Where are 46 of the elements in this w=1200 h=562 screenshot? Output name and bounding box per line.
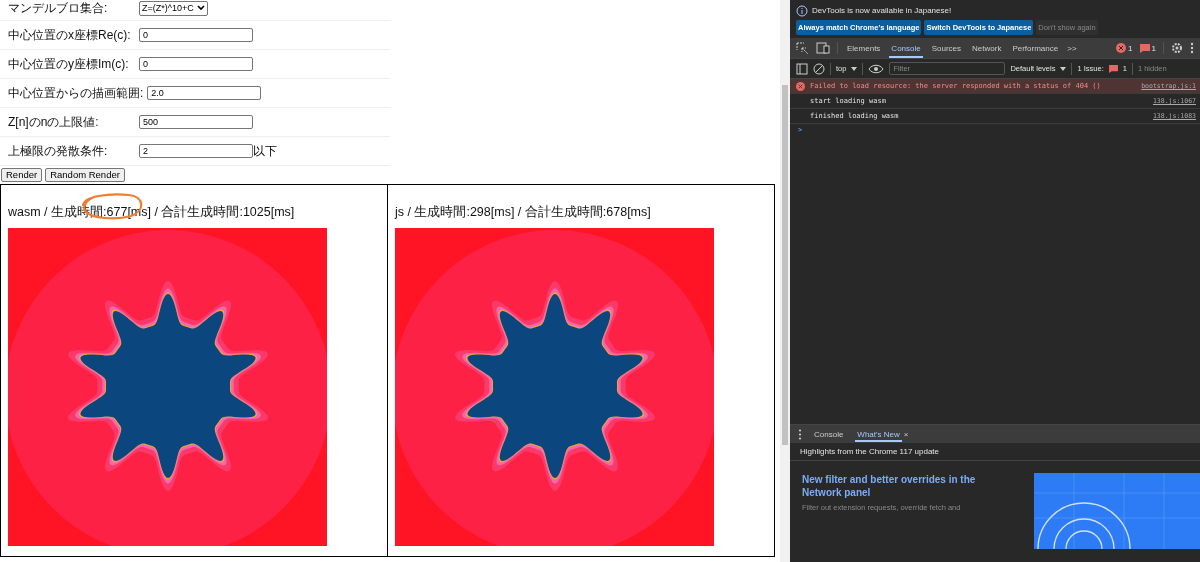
drawer-tab[interactable]: Console bbox=[812, 426, 846, 442]
unit-label: 以下 bbox=[253, 142, 277, 160]
devtools-tab[interactable]: Console bbox=[889, 38, 923, 58]
settings-icon[interactable] bbox=[1171, 42, 1183, 54]
caret-icon bbox=[851, 66, 858, 71]
field-label: Z[n]のnの上限値: bbox=[8, 113, 100, 131]
field-label: 中心位置のx座標Re(c): bbox=[8, 26, 132, 44]
timing-caption: js / 生成時間:298[ms] / 合計生成時間:678[ms] bbox=[395, 205, 651, 219]
input-field[interactable]: 500 bbox=[139, 115, 253, 129]
formula-dropdown[interactable]: Z=(Z*)^10+C bbox=[139, 0, 208, 16]
sidebar-icon[interactable] bbox=[796, 62, 808, 75]
field-label: マンデルブロ集合: bbox=[8, 0, 109, 17]
input-field[interactable]: 2.0 bbox=[147, 86, 262, 100]
input-field[interactable]: 0 bbox=[139, 28, 253, 42]
caret-icon bbox=[1060, 66, 1067, 71]
error-count: 1 bbox=[1128, 43, 1133, 53]
devtools-tab[interactable]: Elements bbox=[845, 38, 883, 58]
drawer-tab[interactable]: What's New bbox=[855, 426, 902, 442]
inspect-icon[interactable] bbox=[796, 41, 809, 55]
notice-text: DevTools is now available in Japanese! bbox=[812, 6, 952, 15]
scrollbar[interactable] bbox=[780, 0, 790, 562]
info-icon bbox=[796, 4, 808, 17]
field-label: 中心位置からの描画範囲: bbox=[8, 84, 145, 102]
message-icon bbox=[1108, 64, 1118, 73]
input-field[interactable]: 2 bbox=[139, 144, 253, 158]
message-icon bbox=[1139, 43, 1150, 53]
kebab-menu-icon[interactable] bbox=[1190, 42, 1194, 54]
devtools-tab[interactable]: Performance bbox=[1010, 38, 1061, 58]
issue-count: 1 bbox=[1151, 43, 1156, 53]
error-icon bbox=[1116, 43, 1127, 53]
device-icon[interactable] bbox=[816, 42, 830, 54]
whats-new-subtitle: Highlights from the Chrome 117 update bbox=[790, 443, 1200, 461]
field-label: 上極限の発散条件: bbox=[8, 142, 109, 160]
devtools-tab[interactable]: Network bbox=[970, 38, 1004, 58]
input-field[interactable]: 0 bbox=[139, 57, 253, 71]
clear-icon[interactable] bbox=[813, 62, 825, 75]
chevron-icon bbox=[196, 5, 205, 11]
more-tabs[interactable]: >> bbox=[1067, 43, 1077, 53]
kebab-menu-icon[interactable] bbox=[798, 428, 802, 440]
eye-icon[interactable] bbox=[868, 63, 885, 74]
render-button[interactable]: Random Render bbox=[45, 168, 125, 182]
news-headline[interactable]: New filter and better overrides in the Network panel bbox=[802, 473, 1002, 499]
devtools-tab[interactable]: Sources bbox=[929, 38, 964, 58]
close-tab-button[interactable]: × bbox=[903, 429, 909, 439]
render-button[interactable]: Render bbox=[1, 168, 43, 182]
field-label: 中心位置のy座標Im(c): bbox=[8, 55, 130, 73]
